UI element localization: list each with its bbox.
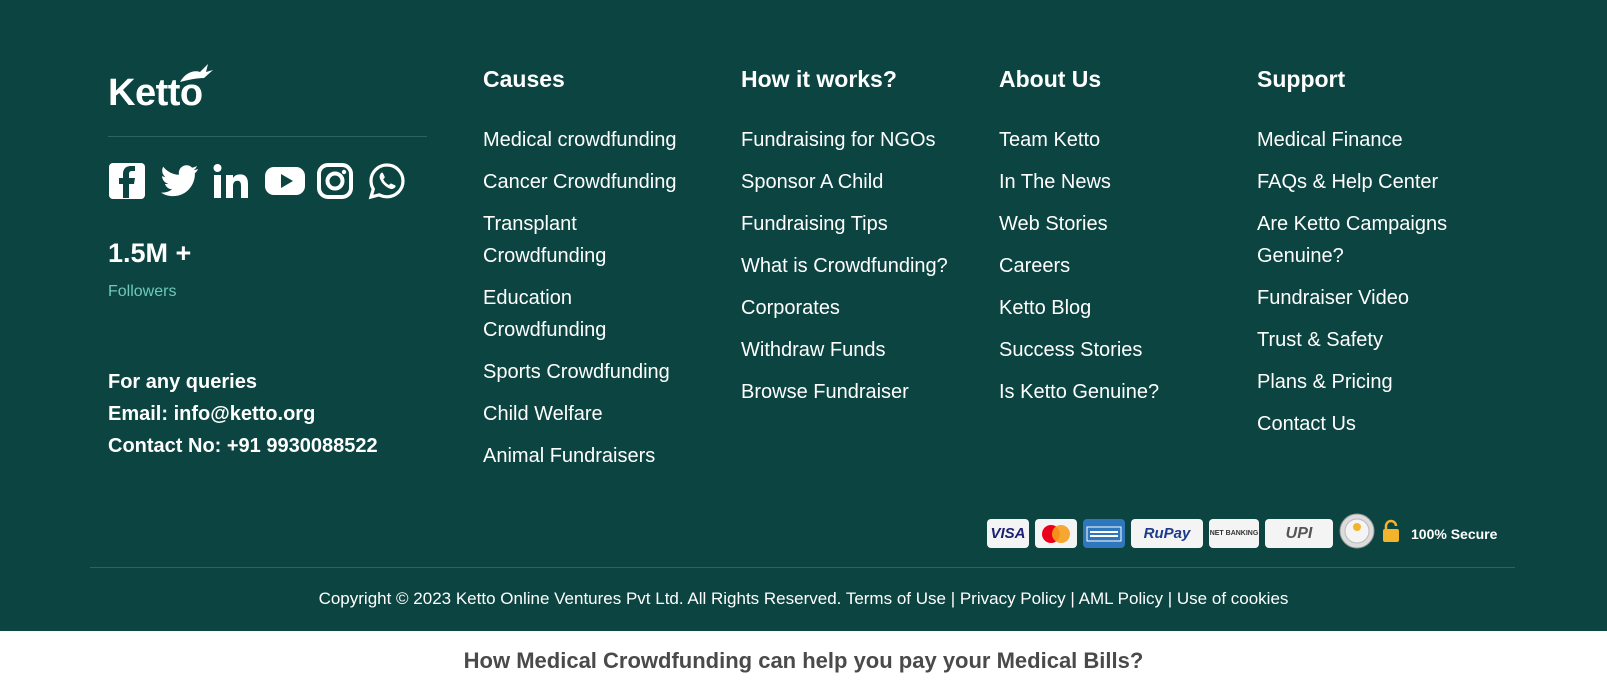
footer-link[interactable]: Child Welfare <box>483 398 693 430</box>
footer-column-about-us: About Us Team Ketto In The News Web Stor… <box>999 64 1219 418</box>
contact-phone[interactable]: Contact No: +91 9930088522 <box>108 430 378 462</box>
youtube-icon[interactable] <box>264 162 305 200</box>
upi-label: UPI <box>1285 524 1313 542</box>
terms-link[interactable]: Terms of Use <box>846 589 946 608</box>
rupay-icon: RuPay <box>1131 519 1203 548</box>
payment-methods: VISA RuPay NET BANKING UPI 100% Secure <box>987 513 1497 554</box>
footer-link[interactable]: Team Ketto <box>999 124 1219 156</box>
aml-policy-link[interactable]: AML Policy <box>1079 589 1163 608</box>
footer-link[interactable]: Sponsor A Child <box>741 166 981 198</box>
facebook-icon[interactable] <box>108 162 146 200</box>
footer-link[interactable]: Web Stories <box>999 208 1219 240</box>
footer-link[interactable]: Cancer Crowdfunding <box>483 166 693 198</box>
footer-link[interactable]: Fundraiser Video <box>1257 282 1467 314</box>
footer-link[interactable]: Browse Fundraiser <box>741 376 981 408</box>
column-title: Support <box>1257 66 1346 92</box>
copyright-bar: Copyright © 2023 Ketto Online Ventures P… <box>0 589 1607 609</box>
contact-info: For any queries Email: info@ketto.org Co… <box>108 366 378 462</box>
footer-link[interactable]: Is Ketto Genuine? <box>999 376 1219 408</box>
footer-link[interactable]: Transplant Crowdfunding <box>483 208 693 272</box>
privacy-link[interactable]: Privacy Policy <box>960 589 1066 608</box>
secure-label: 100% Secure <box>1411 525 1498 542</box>
contact-email[interactable]: Email: info@ketto.org <box>108 398 378 430</box>
copyright-text: Copyright © 2023 Ketto Online Ventures P… <box>318 589 842 608</box>
divider <box>90 567 1515 568</box>
footer-link[interactable]: Plans & Pricing <box>1257 366 1467 398</box>
queries-heading: For any queries <box>108 371 257 393</box>
netbanking-icon: NET BANKING <box>1209 519 1259 548</box>
cookies-link[interactable]: Use of cookies <box>1177 589 1289 608</box>
footer-link[interactable]: Are Ketto Campaigns Genuine? <box>1257 208 1467 272</box>
footer-link[interactable]: Trust & Safety <box>1257 324 1467 356</box>
footer-link[interactable]: FAQs & Help Center <box>1257 166 1467 198</box>
followers-count: 1.5M + <box>108 238 192 268</box>
footer-link[interactable]: Fundraising Tips <box>741 208 981 240</box>
footer-link[interactable]: Medical Finance <box>1257 124 1467 156</box>
footer-link[interactable]: Corporates <box>741 292 981 324</box>
lock-icon <box>1381 519 1401 548</box>
instagram-icon[interactable] <box>316 162 354 200</box>
footer-link[interactable]: Medical crowdfunding <box>483 124 693 156</box>
footer-link[interactable]: Fundraising for NGOs <box>741 124 981 156</box>
column-title: About Us <box>999 66 1102 92</box>
ketto-logo[interactable]: Ketto <box>108 62 213 114</box>
divider <box>108 136 427 137</box>
footer-link[interactable]: Careers <box>999 250 1219 282</box>
visa-icon: VISA <box>987 519 1029 548</box>
social-links <box>108 162 406 200</box>
visa-label: VISA <box>990 525 1026 542</box>
footer-link[interactable]: Success Stories <box>999 334 1219 366</box>
link-list: Fundraising for NGOs Sponsor A Child Fun… <box>741 124 981 408</box>
amex-icon <box>1083 519 1125 548</box>
netbanking-label: NET BANKING <box>1209 530 1259 537</box>
mastercard-icon <box>1035 519 1077 548</box>
ssl-badge-icon <box>1339 513 1375 554</box>
twitter-icon[interactable] <box>160 162 198 200</box>
footer-link[interactable]: Sports Crowdfunding <box>483 356 693 388</box>
site-footer: Ketto 1.5M + Followers For any queries E… <box>0 0 1607 631</box>
bird-icon <box>180 64 213 82</box>
separator: | <box>1070 589 1075 608</box>
column-title: Causes <box>483 66 565 92</box>
footer-column-causes: Causes Medical crowdfunding Cancer Crowd… <box>483 64 693 482</box>
separator: | <box>1167 589 1173 608</box>
whatsapp-icon[interactable] <box>368 162 406 200</box>
link-list: Medical crowdfunding Cancer Crowdfunding… <box>483 124 693 472</box>
column-title: How it works? <box>741 66 897 92</box>
footer-column-how-it-works: How it works? Fundraising for NGOs Spons… <box>741 64 981 418</box>
footer-link[interactable]: What is Crowdfunding? <box>741 250 981 282</box>
followers-label: Followers <box>108 283 177 300</box>
upi-icon: UPI <box>1265 519 1333 548</box>
linkedin-icon[interactable] <box>212 162 250 200</box>
footer-link[interactable]: Animal Fundraisers <box>483 440 693 472</box>
footer-link[interactable]: In The News <box>999 166 1219 198</box>
link-list: Team Ketto In The News Web Stories Caree… <box>999 124 1219 408</box>
footer-link[interactable]: Ketto Blog <box>999 292 1219 324</box>
separator: | <box>950 589 956 608</box>
footer-link[interactable]: Contact Us <box>1257 408 1467 440</box>
footer-link[interactable]: Withdraw Funds <box>741 334 981 366</box>
footer-link[interactable]: Education Crowdfunding <box>483 282 693 346</box>
rupay-label: RuPay <box>1143 525 1191 542</box>
section-title: How Medical Crowdfunding can help you pa… <box>463 648 1144 673</box>
link-list: Medical Finance FAQs & Help Center Are K… <box>1257 124 1467 440</box>
footer-column-support: Support Medical Finance FAQs & Help Cent… <box>1257 64 1467 450</box>
